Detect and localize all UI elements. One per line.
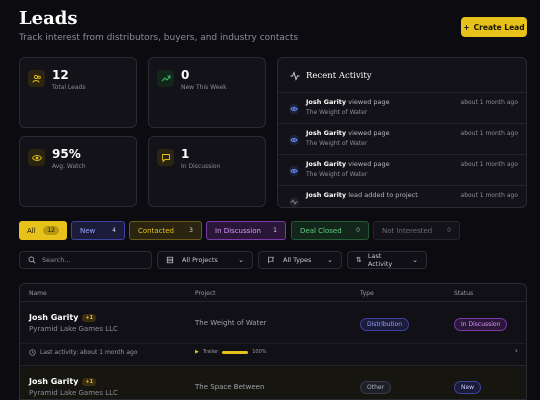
eye-icon: [28, 149, 45, 166]
eye-icon: [289, 166, 299, 176]
activity-time: about 1 month ago: [460, 161, 518, 168]
activity-item[interactable]: Josh Garity viewed page The Weight of Wa…: [278, 123, 526, 154]
stat-in-discussion: 1 In Discussion: [148, 136, 266, 207]
chevron-down-icon: ⌄: [327, 256, 333, 264]
filter-tab-contacted[interactable]: Contacted 3: [129, 221, 202, 240]
activity-project: The Weight of Water: [306, 109, 368, 116]
lead-company: Pyramid Lake Games LLC: [29, 389, 118, 397]
search-input[interactable]: Search...: [42, 256, 71, 264]
search-field[interactable]: Search...: [19, 251, 152, 269]
stat-label: In Discussion: [181, 163, 221, 170]
chevron-down-icon: ⌄: [238, 256, 244, 264]
stat-value: 12: [52, 68, 69, 82]
activity-time: about 1 month ago: [460, 192, 518, 199]
last-activity: Last activity: about 1 month ago: [40, 349, 138, 356]
trending-up-icon: [157, 70, 174, 87]
filter-tab-in-discussion[interactable]: In Discussion 1: [206, 221, 286, 240]
activity-time: about 1 month ago: [460, 130, 518, 137]
leads-table: Name Project Type Status Josh Garity +1 P…: [19, 283, 527, 400]
activity-time: about 1 month ago: [460, 99, 518, 106]
activity-user: Josh Garity: [306, 191, 347, 199]
column-header-name: Name: [29, 290, 47, 297]
stat-new-this-week: 0 New This Week: [148, 57, 266, 128]
stat-total-leads: 12 Total Leads: [19, 57, 137, 128]
play-icon: ▶: [195, 349, 199, 355]
status-badge: New: [454, 381, 482, 394]
film-icon: [166, 256, 174, 264]
activity-project: The Weight of Water: [306, 140, 368, 147]
lead-project: The Weight of Water: [195, 319, 267, 327]
users-icon: [28, 70, 45, 87]
clock-icon: [29, 349, 36, 356]
column-header-type: Type: [360, 290, 374, 297]
table-row[interactable]: Josh Garity +1 Pyramid Lake Games LLC The…: [20, 302, 526, 366]
activity-action: viewed page: [348, 129, 390, 137]
plus-icon: +: [463, 22, 470, 32]
types-select[interactable]: All Types ⌄: [258, 251, 342, 269]
activity-action: viewed page: [348, 98, 390, 106]
projects-select[interactable]: All Projects ⌄: [157, 251, 253, 269]
status-badge: In Discussion: [454, 318, 508, 331]
recent-activity-title: Recent Activity: [306, 71, 372, 81]
chevron-right-icon[interactable]: ›: [515, 346, 518, 355]
type-badge: Other: [360, 381, 392, 394]
lead-name: Josh Garity: [29, 313, 79, 322]
activity-item[interactable]: Josh Garity viewed page The Weight of Wa…: [278, 154, 526, 185]
contacts-badge: +1: [82, 313, 97, 322]
sort-select[interactable]: ⇅ Last Activity ⌄: [347, 251, 427, 269]
search-icon: [28, 256, 36, 264]
lead-name: Josh Garity: [29, 377, 79, 386]
lead-company: Pyramid Lake Games LLC: [29, 325, 118, 333]
chevron-down-icon: ⌄: [412, 256, 418, 264]
activity-icon: [289, 197, 299, 207]
filter-tab-new[interactable]: New 4: [71, 221, 125, 240]
eye-icon: [289, 104, 299, 114]
activity-action: viewed page: [348, 160, 390, 168]
recent-activity-panel: Recent Activity Josh Garity viewed page …: [277, 57, 527, 208]
filter-tab-deal-closed[interactable]: Deal Closed 0: [291, 221, 369, 240]
create-lead-button[interactable]: + Create Lead: [461, 17, 527, 37]
column-header-status: Status: [454, 290, 474, 297]
activity-user: Josh Garity: [306, 98, 347, 106]
eye-icon: [289, 135, 299, 145]
activity-action: lead added to project: [348, 191, 418, 199]
stat-avg-watch: 95% Avg. Watch: [19, 136, 137, 207]
type-badge: Distribution: [360, 318, 410, 331]
stat-value: 1: [181, 147, 190, 161]
table-header: Name Project Type Status: [20, 284, 526, 302]
activity-item[interactable]: Josh Garity lead added to project about …: [278, 185, 526, 207]
message-icon: [157, 149, 174, 166]
flag-icon: [268, 256, 274, 264]
sort-icon: ⇅: [356, 256, 362, 264]
stat-label: New This Week: [181, 84, 227, 91]
stat-label: Avg. Watch: [52, 163, 86, 170]
activity-project: The Weight of Water: [306, 171, 368, 178]
page-title: Leads: [19, 8, 78, 29]
filter-tab-not-interested[interactable]: Not Interested 0: [373, 221, 460, 240]
activity-icon: [290, 71, 300, 81]
contacts-badge: +1: [82, 377, 97, 386]
watch-progress-text: 100%: [252, 349, 267, 355]
media-label: Trailer: [202, 349, 219, 355]
table-row[interactable]: Josh Garity +1 Pyramid Lake Games LLC The…: [20, 367, 526, 399]
activity-item[interactable]: Josh Garity viewed page The Weight of Wa…: [278, 92, 526, 123]
stat-value: 0: [181, 68, 190, 82]
watch-progress-bar: [222, 350, 249, 354]
lead-project: The Space Between: [195, 383, 265, 391]
stat-label: Total Leads: [52, 84, 86, 91]
filter-tab-all[interactable]: All 12: [19, 221, 67, 240]
stat-value: 95%: [52, 147, 81, 161]
column-header-project: Project: [195, 290, 216, 297]
page-subtitle: Track interest from distributors, buyers…: [19, 33, 299, 43]
activity-user: Josh Garity: [306, 160, 347, 168]
activity-user: Josh Garity: [306, 129, 347, 137]
